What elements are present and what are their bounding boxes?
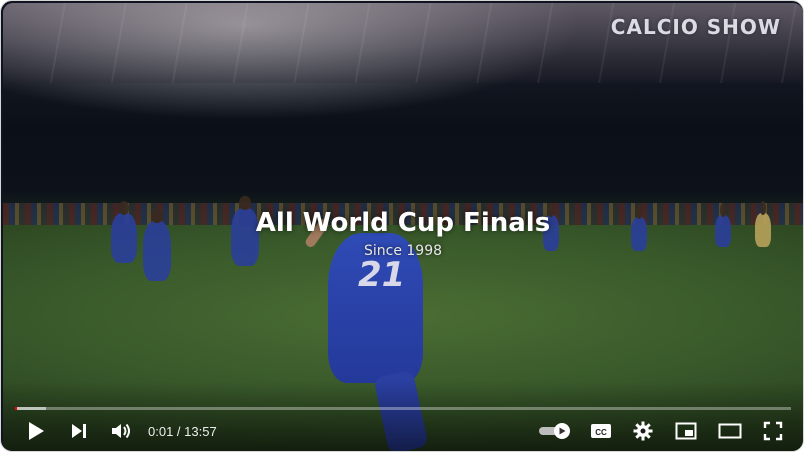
miniplayer-button[interactable] xyxy=(671,418,701,444)
autoplay-toggle[interactable] xyxy=(537,418,573,444)
time-display: 0:01 / 13:57 xyxy=(148,424,217,439)
fullscreen-button[interactable] xyxy=(759,418,787,444)
play-icon xyxy=(27,421,45,441)
video-player[interactable]: 21 CALCIO SHOW All World Cup Finals Sinc… xyxy=(0,0,804,452)
settings-button[interactable] xyxy=(629,418,657,444)
volume-icon xyxy=(111,421,133,441)
next-button[interactable] xyxy=(65,418,93,444)
svg-text:CC: CC xyxy=(595,428,607,437)
video-overlay-title: All World Cup Finals xyxy=(255,208,551,238)
video-overlay-subtitle: Since 1998 xyxy=(363,243,443,259)
progress-played xyxy=(15,407,18,410)
channel-logo-watermark: CALCIO SHOW xyxy=(610,15,781,39)
captions-button[interactable]: CC xyxy=(587,418,615,444)
autoplay-toggle-icon xyxy=(538,422,572,440)
video-frame[interactable]: 21 CALCIO SHOW All World Cup Finals Sinc… xyxy=(3,3,803,451)
progress-loaded xyxy=(15,407,47,410)
cc-icon: CC xyxy=(590,422,612,440)
theater-mode-button[interactable] xyxy=(713,418,747,444)
progress-bar[interactable] xyxy=(15,407,791,410)
fullscreen-icon xyxy=(763,421,783,441)
miniplayer-icon xyxy=(675,422,697,440)
volume-button[interactable] xyxy=(107,418,137,444)
theater-mode-icon xyxy=(718,423,742,439)
gear-icon xyxy=(633,421,653,441)
next-icon xyxy=(70,422,88,440)
play-button[interactable] xyxy=(21,418,51,444)
jersey-number: 21 xyxy=(358,255,406,295)
